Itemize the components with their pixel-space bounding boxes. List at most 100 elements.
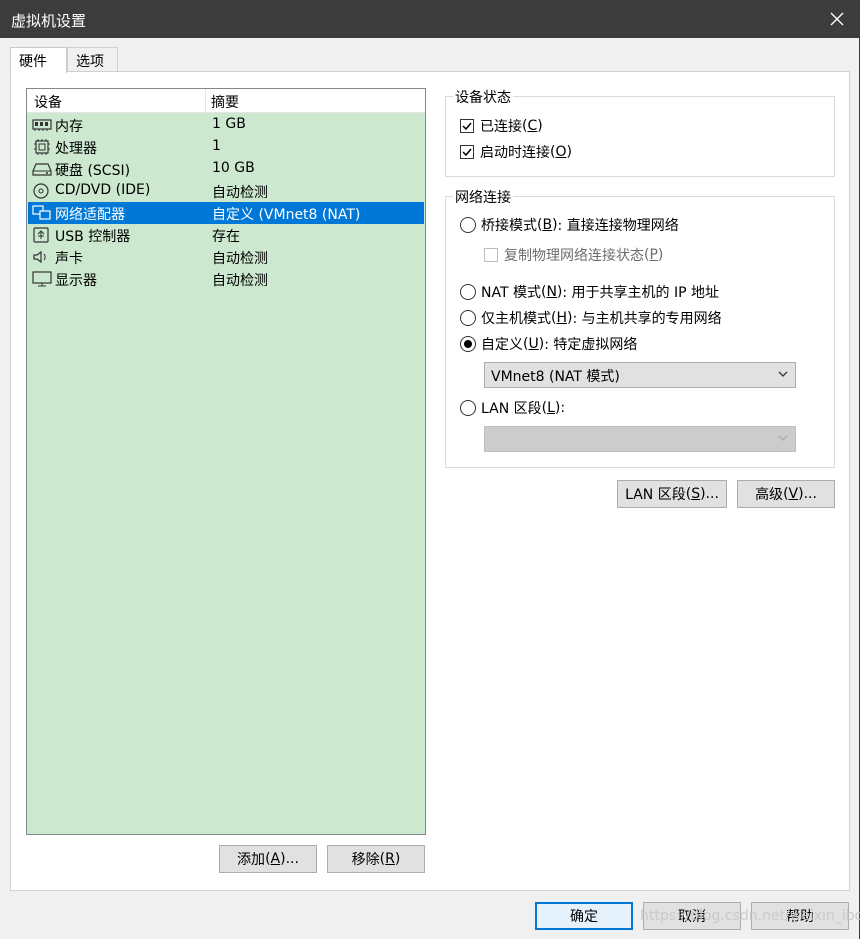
chevron-down-icon (778, 371, 788, 377)
remove-button-label: 移除 (351, 852, 380, 868)
device-name: 硬盘 (SCSI) (55, 163, 131, 179)
column-header-summary[interactable]: 摘要 (211, 92, 239, 112)
title-bar: 虚拟机设置 (0, 0, 860, 38)
device-row-cd-dvd[interactable]: CD/DVD (IDE) 自动检测 (28, 180, 424, 202)
device-status-group: 设备状态 (445, 87, 835, 177)
connect-at-power-on-label: 启动时连接 (480, 145, 550, 161)
advanced-button[interactable]: 高级(V)... (737, 480, 835, 508)
lan-segment-select (484, 426, 796, 452)
connect-at-power-on-key: O (555, 144, 567, 160)
lan-segment-desc: : (560, 400, 566, 416)
window-title: 虚拟机设置 (11, 12, 87, 30)
usb-icon (33, 227, 49, 243)
device-row-usb[interactable]: USB 控制器 存在 (28, 224, 424, 246)
network-connection-title: 网络连接 (453, 187, 513, 207)
network-adapter-icon (32, 205, 51, 220)
sound-icon (33, 250, 46, 264)
chevron-down-icon (778, 435, 788, 441)
advanced-button-suffix: ... (803, 486, 817, 502)
lan-segments-button-label: LAN 区段 (625, 487, 686, 503)
host-only-key: H (556, 310, 567, 326)
tab-hardware[interactable]: 硬件 (10, 47, 67, 73)
device-status-title: 设备状态 (453, 87, 513, 107)
lan-segment-label: LAN 区段 (481, 401, 542, 417)
device-summary: 1 (212, 138, 221, 154)
device-name: CD/DVD (IDE) (55, 182, 151, 198)
hard-disk-icon (32, 163, 52, 176)
custom-label: 自定义 (481, 337, 523, 353)
remove-button[interactable]: 移除(R) (327, 845, 425, 873)
device-summary: 自动检测 (212, 185, 268, 201)
device-row-display[interactable]: 显示器 自动检测 (28, 268, 424, 290)
device-name: 处理器 (55, 141, 97, 157)
radio-circle[interactable] (460, 310, 476, 326)
lan-segments-button-suffix: ... (705, 486, 719, 502)
add-button-label: 添加 (237, 852, 266, 868)
device-row-processor[interactable]: 处理器 1 (28, 136, 424, 158)
device-list[interactable]: 设备 摘要 内存 1 GB 处理器 1 硬盘 (SCSI) 10 GB CD/D… (26, 88, 426, 835)
processor-icon (34, 139, 50, 155)
device-row-sound[interactable]: 声卡 自动检测 (28, 246, 424, 268)
checkmark-icon (462, 122, 472, 131)
watermark: https://blog.csdn.net/weixin_ibosifa (640, 908, 860, 924)
radio-circle[interactable] (460, 284, 476, 300)
replicate-state-key: P (649, 247, 658, 263)
radio-circle[interactable] (460, 217, 476, 233)
host-only-desc: : 与主机共享的专用网络 (572, 311, 722, 327)
bridged-desc: : 直接连接物理网络 (557, 218, 679, 234)
radio-circle[interactable] (460, 400, 476, 416)
device-summary: 10 GB (212, 160, 255, 176)
checkmark-icon (462, 148, 472, 157)
connected-key: C (527, 118, 538, 134)
replicate-state-label: 复制物理网络连接状态 (504, 248, 644, 264)
device-row-memory[interactable]: 内存 1 GB (28, 114, 424, 136)
lan-segments-button-key: S (691, 486, 701, 502)
connected-checkbox[interactable]: 已连接(C) (460, 116, 543, 136)
tab-options[interactable]: 选项 (67, 47, 118, 72)
checkbox-box[interactable] (460, 145, 474, 159)
column-header-device[interactable]: 设备 (34, 92, 62, 112)
close-button[interactable] (814, 0, 860, 38)
device-name: USB 控制器 (55, 229, 131, 245)
nat-label: NAT 模式 (481, 285, 541, 301)
device-name: 声卡 (55, 251, 83, 267)
device-row-network-adapter[interactable]: 网络适配器 自定义 (VMnet8 (NAT) (28, 202, 424, 224)
list-header: 设备 摘要 (27, 89, 425, 113)
lan-segments-button[interactable]: LAN 区段(S)... (617, 480, 727, 508)
device-summary: 自动检测 (212, 251, 268, 267)
custom-key: U (528, 336, 539, 352)
lan-segment-key: L (547, 400, 555, 416)
device-summary: 自定义 (VMnet8 (NAT) (212, 207, 361, 223)
connect-at-power-on-checkbox[interactable]: 启动时连接(O) (460, 142, 572, 162)
custom-desc: : 特定虚拟网络 (544, 337, 638, 353)
replicate-state-checkbox: 复制物理网络连接状态(P) (484, 245, 663, 265)
custom-network-select[interactable]: VMnet8 (NAT 模式) (484, 362, 796, 388)
nat-radio[interactable]: NAT 模式(N): 用于共享主机的 IP 地址 (460, 282, 719, 302)
radio-circle[interactable] (460, 336, 476, 352)
custom-network-select-value: VMnet8 (NAT 模式) (491, 369, 620, 385)
bridged-key: B (542, 217, 553, 233)
device-summary: 存在 (212, 229, 240, 245)
device-row-hard-disk[interactable]: 硬盘 (SCSI) 10 GB (28, 158, 424, 180)
checkbox-box[interactable] (460, 119, 474, 133)
advanced-button-label: 高级 (755, 487, 784, 503)
host-only-label: 仅主机模式 (481, 311, 551, 327)
checkbox-box (484, 248, 498, 262)
lan-segment-radio[interactable]: LAN 区段(L): (460, 398, 565, 418)
bridged-radio[interactable]: 桥接模式(B): 直接连接物理网络 (460, 215, 679, 235)
display-icon (32, 271, 52, 287)
bridged-label: 桥接模式 (481, 218, 537, 234)
cd-dvd-icon (33, 183, 49, 199)
add-button[interactable]: 添加(A)... (219, 845, 317, 873)
radio-dot-icon (464, 340, 472, 348)
device-name: 网络适配器 (55, 207, 125, 223)
memory-icon (32, 119, 52, 131)
connected-label: 已连接 (480, 119, 522, 135)
host-only-radio[interactable]: 仅主机模式(H): 与主机共享的专用网络 (460, 308, 722, 328)
add-button-key: A (270, 851, 281, 867)
ok-button[interactable]: 确定 (535, 902, 633, 930)
advanced-button-key: V (788, 486, 799, 502)
column-separator[interactable] (205, 89, 206, 113)
custom-radio[interactable]: 自定义(U): 特定虚拟网络 (460, 334, 637, 354)
nat-desc: : 用于共享主机的 IP 地址 (562, 285, 720, 301)
